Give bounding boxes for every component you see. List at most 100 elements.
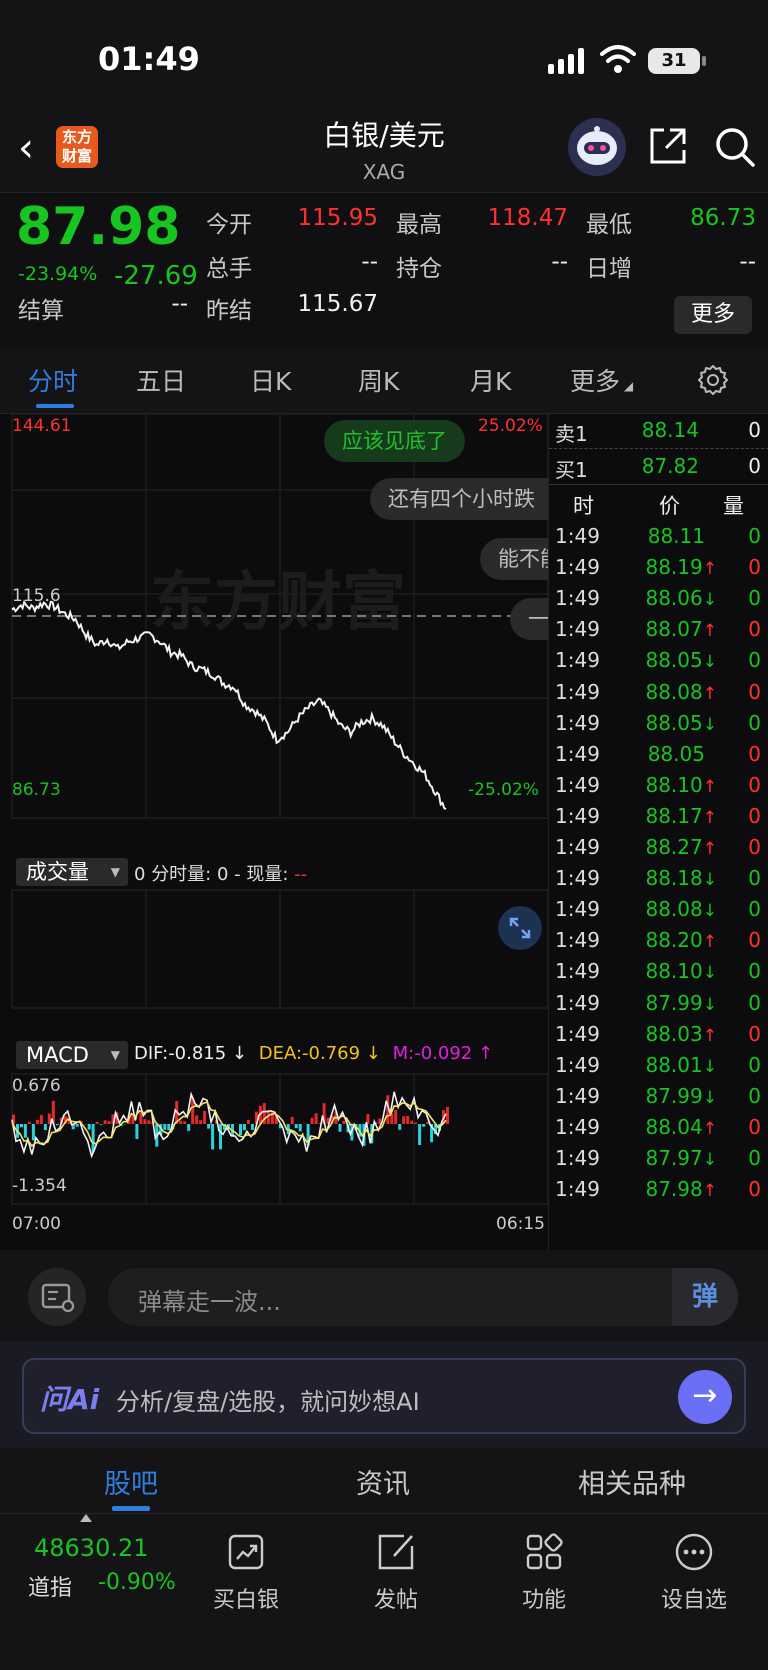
tab-weekly-k[interactable]: 周K [358,362,399,398]
tab-forum[interactable]: 股吧 [104,1462,158,1501]
macd-bar [39,1115,43,1124]
trade-time: 1:49 [555,897,600,922]
nav-post-label: 发帖 [373,1588,418,1613]
macd-bar [91,1124,95,1153]
index-name[interactable]: 道指 [28,1570,72,1602]
ai-input[interactable]: 问Ai 分析/复盘/选股，就问妙想AI → [22,1358,746,1434]
trade-price: 88.05↓ [645,710,717,735]
macd-indicator-select[interactable]: MACD ▼ [16,1041,128,1069]
bottom-nav: 48630.21 道指 -0.90% 买白银 发帖 功能 设自选 [0,1514,768,1670]
expand-icon[interactable] [498,906,542,950]
danmu-send-button[interactable]: 弹 [672,1268,738,1326]
index-value[interactable]: 48630.21 [34,1534,149,1562]
trade-price: 88.05↓ [645,648,717,673]
macd-bar [167,1124,171,1131]
trade-row: 1:49 88.01↓ 0 [549,1049,768,1082]
macd-dea: DEA:-0.769 ↓ [258,1043,381,1064]
volume-indicator-select[interactable]: 成交量 ▼ [16,858,128,886]
prev-settle-value: 115.67 [297,291,378,317]
volume-indicator-label: 成交量 [26,860,89,884]
trade-volume: 0 [748,648,761,673]
macd-bar [27,1121,31,1124]
header: ‹ 东方财富 白银/美元 XAG [0,110,768,192]
trade-price: 87.99↓ [645,1083,717,1108]
macd-bar [107,1121,111,1124]
trade-row: 1:49 88.17↑ 0 [549,800,768,833]
gear-icon[interactable] [697,364,729,396]
trade-volume: 0 [748,990,761,1015]
macd-bar [179,1120,183,1124]
arrow-right-icon[interactable]: → [678,1370,732,1424]
trade-row: 1:49 88.18↓ 0 [549,862,768,895]
ask-row: 卖1 88.14 0 [549,414,768,447]
tab-more-label: 更多 [570,367,621,396]
macd-bar [20,1124,23,1128]
trade-time: 1:49 [555,1177,600,1202]
trade-price: 88.19↑ [645,555,717,580]
more-quote-button[interactable]: 更多 [674,296,752,334]
trade-time: 1:49 [555,1052,600,1077]
header-time: 时 [573,494,594,518]
trade-row: 1:49 88.11 0 [549,520,768,553]
nav-buy-silver-label: 买白银 [212,1588,279,1613]
ai-logo: 问Ai [40,1383,100,1416]
trade-row: 1:49 88.06↓ 0 [549,582,768,615]
trade-price: 88.08↓ [645,897,717,922]
trade-row: 1:49 87.99↓ 0 [549,1080,768,1113]
tab-intraday[interactable]: 分时 [28,362,78,398]
tab-news[interactable]: 资讯 [356,1462,410,1501]
trade-row: 1:49 88.08↑ 0 [549,676,768,709]
intraday-chart[interactable]: 东方财富 [0,414,548,1250]
index-change[interactable]: -0.90% [98,1570,176,1595]
tab-more[interactable]: 更多 ◢ [570,362,633,398]
tab-related[interactable]: 相关品种 [578,1462,686,1501]
arrow-up-icon: ↑ [702,683,717,704]
macd-bar [414,1122,418,1124]
ask-volume: 0 [748,418,761,442]
macd-bar [55,1124,59,1126]
trade-row: 1:49 88.05 0 [549,738,768,771]
chart-tabs: 分时 五日 日K 周K 月K 更多 ◢ [0,348,768,414]
arrow-up-icon: ↑ [702,1025,717,1046]
trade-volume: 0 [748,586,761,611]
ask-price: 88.14 [641,418,699,442]
trade-time: 1:49 [555,1114,600,1139]
trade-row: 1:49 88.10↓ 0 [549,955,768,988]
robot-assistant-icon[interactable] [568,118,626,176]
tab-five-day[interactable]: 五日 [136,362,186,398]
trade-time: 1:49 [555,803,600,828]
high-value: 118.47 [487,205,568,231]
arrow-down-icon: ↓ [702,1087,717,1108]
macd-dif: DIF:-0.815 ↓ [134,1043,248,1064]
trade-row: 1:49 88.04↑ 0 [549,1111,768,1144]
grid-icon [526,1533,563,1570]
macd-bar [199,1120,203,1124]
danmu-input[interactable]: 弹幕走一波... 弹 [108,1268,738,1326]
trade-time: 1:49 [555,555,600,580]
macd-bar [163,1124,167,1130]
danmu-settings-icon[interactable] [28,1268,86,1326]
open-interest-value: -- [551,249,568,275]
share-icon[interactable] [648,126,688,166]
header-volume: 量 [723,494,744,518]
trade-row: 1:49 88.07↑ 0 [549,613,768,646]
trade-time: 1:49 [555,1083,600,1108]
trade-time: 1:49 [555,866,600,891]
watermark: 东方财富 [150,566,406,640]
trade-price: 87.97↓ [645,1146,717,1170]
trade-price: 88.27↑ [645,835,717,859]
trade-volume: 0 [748,1146,761,1170]
trade-volume: 0 [748,1114,761,1139]
trade-row: 1:49 87.99↓ 0 [549,987,768,1020]
macd-bar [410,1120,414,1124]
search-icon[interactable] [714,126,756,168]
chart-area[interactable]: 东方财富 144.61 25.02% 115.6 86.73 -25.02% 应… [0,414,548,1250]
trade-time: 1:49 [555,710,600,735]
trade-price: 88.07↑ [645,617,717,642]
trade-volume: 0 [748,772,761,797]
tab-monthly-k[interactable]: 月K [470,362,511,398]
tab-daily-k[interactable]: 日K [250,362,291,398]
trade-volume: 0 [748,835,761,859]
trade-price: 88.01↓ [645,1052,717,1077]
macd-bar [242,1124,246,1131]
